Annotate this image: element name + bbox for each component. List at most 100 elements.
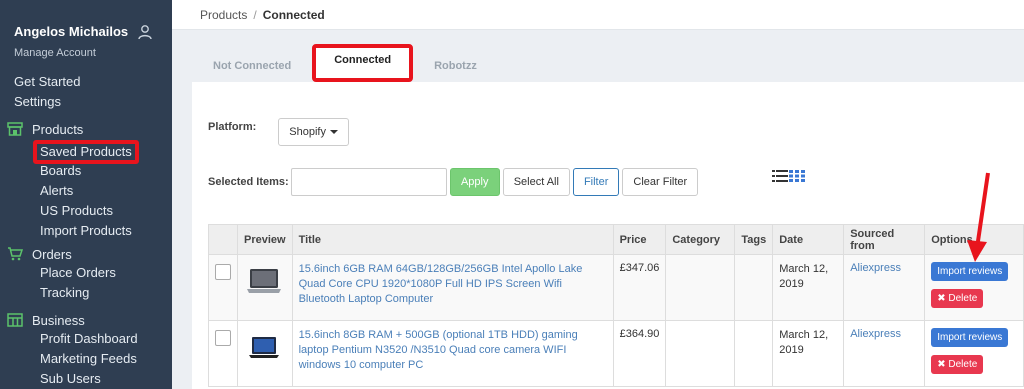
header-price[interactable]: Price xyxy=(612,224,667,255)
close-icon: ✖ xyxy=(937,359,949,370)
user-block: Angelos Michailos Manage Account xyxy=(14,24,128,59)
breadcrumb-current: Connected xyxy=(262,8,325,22)
source-link[interactable]: Aliexpress xyxy=(850,262,901,274)
header-title[interactable]: Title xyxy=(291,224,614,255)
nav-profit-dashboard[interactable]: Profit Dashboard xyxy=(40,330,138,350)
header-preview: Preview xyxy=(237,224,293,255)
header-date[interactable]: Date xyxy=(772,224,845,255)
breadcrumb-separator: / xyxy=(253,8,257,22)
platform-row: Platform: Shopify xyxy=(208,108,349,146)
caret-down-icon xyxy=(329,130,338,135)
products-panel: Platform: Shopify Selected Items: Apply … xyxy=(192,82,1024,389)
breadcrumb: Products / Connected xyxy=(172,0,1024,30)
tab-robotzz[interactable]: Robotzz xyxy=(413,50,498,82)
date-cell: March 12, 2019 xyxy=(772,254,845,321)
nav-orders[interactable]: Orders xyxy=(6,244,116,264)
nav-saved-products[interactable]: Saved Products xyxy=(33,140,139,164)
selected-items-label: Selected Items: xyxy=(208,176,289,188)
table-row: 15.6inch 6GB RAM 64GB/128GB/256GB Intel … xyxy=(208,254,1024,321)
products-table: Preview Title Price Category Tags Date S… xyxy=(208,224,1024,387)
nav-business-label: Business xyxy=(32,312,85,328)
nav-products-label: Products xyxy=(32,121,84,137)
annotation-arrow-icon xyxy=(967,172,990,262)
table-row: 15.6inch 8GB RAM + 500GB (optional 1TB H… xyxy=(208,320,1024,387)
title-cell: 15.6inch 6GB RAM 64GB/128GB/256GB Intel … xyxy=(291,254,614,321)
delete-button[interactable]: ✖ Delete xyxy=(931,355,984,374)
cart-icon xyxy=(6,246,24,262)
tab-connected[interactable]: Connected xyxy=(312,44,414,82)
nav-boards[interactable]: Boards xyxy=(40,162,139,182)
tags-cell xyxy=(734,254,774,321)
product-title-link[interactable]: 15.6inch 6GB RAM 64GB/128GB/256GB Intel … xyxy=(299,263,583,305)
grid-view-icon[interactable] xyxy=(789,170,805,182)
nav-section-orders: Orders Place Orders Tracking xyxy=(6,244,116,304)
nav-settings[interactable]: Settings xyxy=(14,93,80,113)
nav-place-orders[interactable]: Place Orders xyxy=(40,264,116,284)
price-cell: £347.06 xyxy=(612,254,667,321)
laptop-thumbnail[interactable] xyxy=(244,328,284,368)
nav-section-business: Business Profit Dashboard Marketing Feed… xyxy=(6,310,138,389)
date-cell: March 12, 2019 xyxy=(772,320,845,387)
header-select xyxy=(208,224,238,255)
platform-value: Shopify xyxy=(289,126,326,138)
tabs: Not Connected Connected Robotzz xyxy=(192,44,498,82)
tab-not-connected[interactable]: Not Connected xyxy=(192,50,312,82)
nav-sub-users[interactable]: Sub Users xyxy=(40,370,138,389)
nav-orders-label: Orders xyxy=(32,246,72,262)
header-category[interactable]: Category xyxy=(665,224,736,255)
store-icon xyxy=(6,121,24,137)
nav-business[interactable]: Business xyxy=(6,310,138,330)
breadcrumb-root[interactable]: Products xyxy=(200,8,247,22)
header-sourced-from[interactable]: Sourced from xyxy=(843,224,926,255)
nav-us-products[interactable]: US Products xyxy=(40,202,139,222)
header-tags[interactable]: Tags xyxy=(734,224,774,255)
nav-marketing-feeds[interactable]: Marketing Feeds xyxy=(40,350,138,370)
user-name: Angelos Michailos xyxy=(14,24,129,39)
source-link[interactable]: Aliexpress xyxy=(850,328,901,340)
platform-label: Platform: xyxy=(208,121,257,133)
selected-items-row: Selected Items: Apply Select All Filter … xyxy=(208,168,699,196)
import-reviews-button[interactable]: Import reviews xyxy=(931,328,1009,347)
view-toggle xyxy=(772,170,805,182)
nav-tracking[interactable]: Tracking xyxy=(40,284,116,304)
source-cell: Aliexpress xyxy=(843,254,926,321)
price-cell: £364.90 xyxy=(612,320,667,387)
saved-products-highlight: Saved Products xyxy=(33,140,139,164)
category-cell xyxy=(665,320,736,387)
row-select-cell xyxy=(208,254,238,321)
nav-alerts[interactable]: Alerts xyxy=(40,182,139,202)
nav-section-products: Products Saved Products Boards Alerts US… xyxy=(6,119,139,242)
sidebar: Angelos Michailos Manage Account Get Sta… xyxy=(0,0,172,389)
delete-button[interactable]: ✖ Delete xyxy=(931,289,984,308)
title-cell: 15.6inch 8GB RAM + 500GB (optional 1TB H… xyxy=(291,320,614,387)
select-all-button[interactable]: Select All xyxy=(502,168,570,196)
table-header-row: Preview Title Price Category Tags Date S… xyxy=(208,224,1024,255)
row-checkbox[interactable] xyxy=(215,330,231,346)
delete-label: Delete xyxy=(948,359,978,370)
row-checkbox[interactable] xyxy=(215,264,231,280)
nav-import-products[interactable]: Import Products xyxy=(40,222,139,242)
preview-cell xyxy=(237,254,293,321)
laptop-thumbnail[interactable] xyxy=(244,262,284,302)
filter-button[interactable]: Filter xyxy=(572,168,620,196)
preview-cell xyxy=(237,320,293,387)
list-view-icon[interactable] xyxy=(772,170,788,182)
user-icon[interactable] xyxy=(137,24,153,40)
selected-items-input[interactable] xyxy=(290,168,447,196)
options-cell: Import reviews ✖ Delete xyxy=(924,320,1024,387)
clear-filter-button[interactable]: Clear Filter xyxy=(622,168,699,196)
manage-account-link[interactable]: Manage Account xyxy=(14,47,128,59)
source-cell: Aliexpress xyxy=(843,320,926,387)
product-title-link[interactable]: 15.6inch 8GB RAM + 500GB (optional 1TB H… xyxy=(299,329,578,371)
close-icon: ✖ xyxy=(937,293,949,304)
nav-products[interactable]: Products xyxy=(6,119,139,139)
category-cell xyxy=(665,254,736,321)
nav-top: Get Started Settings xyxy=(14,73,80,113)
main-content: Products / Connected Not Connected Connect… xyxy=(172,0,1024,389)
grid-icon xyxy=(6,312,24,328)
apply-button[interactable]: Apply xyxy=(449,168,500,196)
platform-select[interactable]: Shopify xyxy=(278,118,349,146)
nav-get-started[interactable]: Get Started xyxy=(14,73,80,93)
tags-cell xyxy=(734,320,774,387)
row-select-cell xyxy=(208,320,238,387)
